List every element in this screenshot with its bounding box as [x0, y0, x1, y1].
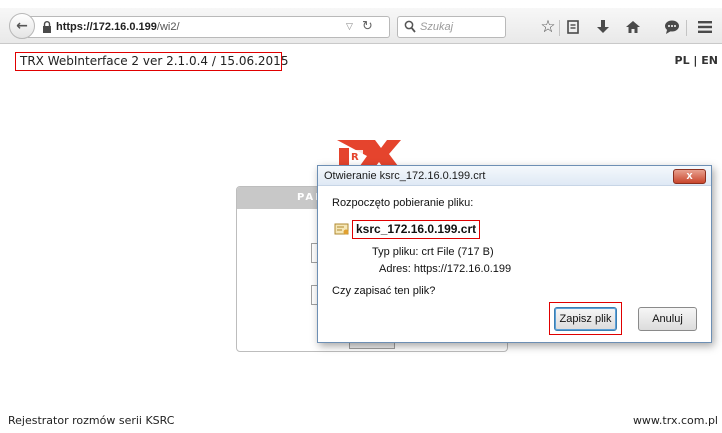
search-input[interactable]: Szukaj [397, 16, 506, 38]
file-name: ksrc_172.16.0.199.crt [352, 219, 481, 239]
url-text: https://172.16.0.199/wi2/ [56, 21, 180, 33]
file-type-row: Typ pliku: crt File (717 B) [372, 246, 494, 258]
svg-text:R: R [351, 152, 359, 163]
file-address-label: Adres: [379, 263, 411, 275]
save-file-button-label: Zapisz plik [559, 313, 612, 325]
footer-website-link[interactable]: www.trx.com.pl [633, 414, 718, 427]
search-icon [404, 20, 416, 33]
chat-bubble-icon[interactable] [661, 16, 683, 38]
cancel-button[interactable]: Anuluj [638, 307, 697, 331]
download-dialog: Otwieranie ksrc_172.16.0.199.crt x Rozpo… [317, 165, 712, 343]
close-button[interactable]: x [673, 169, 706, 184]
close-icon: x [686, 170, 693, 182]
back-button[interactable]: ← [9, 13, 35, 39]
footer-product-name: Rejestrator rozmów serii KSRC [8, 414, 175, 427]
padlock-icon [43, 21, 51, 33]
download-icon[interactable] [592, 16, 614, 38]
star-bookmark-icon[interactable]: ☆ [537, 16, 559, 38]
cancel-button-label: Anuluj [652, 313, 683, 325]
file-address-value: https://172.16.0.199 [413, 263, 512, 275]
save-question: Czy zapisać ten plik? [332, 285, 436, 297]
download-intro-text: Rozpoczęto pobieranie pliku: [332, 197, 474, 209]
toolbar-separator [686, 20, 687, 36]
language-switch[interactable]: PL | EN [675, 54, 718, 67]
file-type-value: crt File (717 B) [421, 246, 494, 258]
hamburger-menu-icon[interactable] [694, 16, 716, 38]
file-row: ksrc_172.16.0.199.crt [334, 219, 481, 239]
save-file-button[interactable]: Zapisz plik [554, 307, 617, 331]
certificate-file-icon [334, 223, 349, 235]
file-type-label: Typ pliku: [372, 246, 419, 258]
page-version-title: TRX WebInterface 2 ver 2.1.0.4 / 15.06.2… [15, 52, 288, 71]
toolbar-separator [559, 20, 560, 36]
address-bar[interactable]: https://172.16.0.199/wi2/ ▽ ↻ [28, 16, 390, 38]
reload-icon[interactable]: ↻ [362, 19, 373, 34]
search-placeholder: Szukaj [420, 21, 454, 33]
history-dropdown-icon[interactable]: ▽ [346, 21, 353, 32]
home-icon[interactable] [622, 16, 644, 38]
url-host: https://172.16.0.199 [56, 21, 157, 33]
dialog-titlebar[interactable]: Otwieranie ksrc_172.16.0.199.crt x [318, 166, 711, 186]
file-address-row: Adres: https://172.16.0.199 [379, 263, 511, 275]
reading-list-icon[interactable] [562, 16, 584, 38]
url-path: /wi2/ [156, 21, 180, 33]
back-arrow-icon: ← [16, 18, 28, 34]
browser-toolbar: https://172.16.0.199/wi2/ ▽ ↻ ← Szukaj ☆ [0, 8, 722, 44]
dialog-title: Otwieranie ksrc_172.16.0.199.crt [324, 170, 486, 182]
